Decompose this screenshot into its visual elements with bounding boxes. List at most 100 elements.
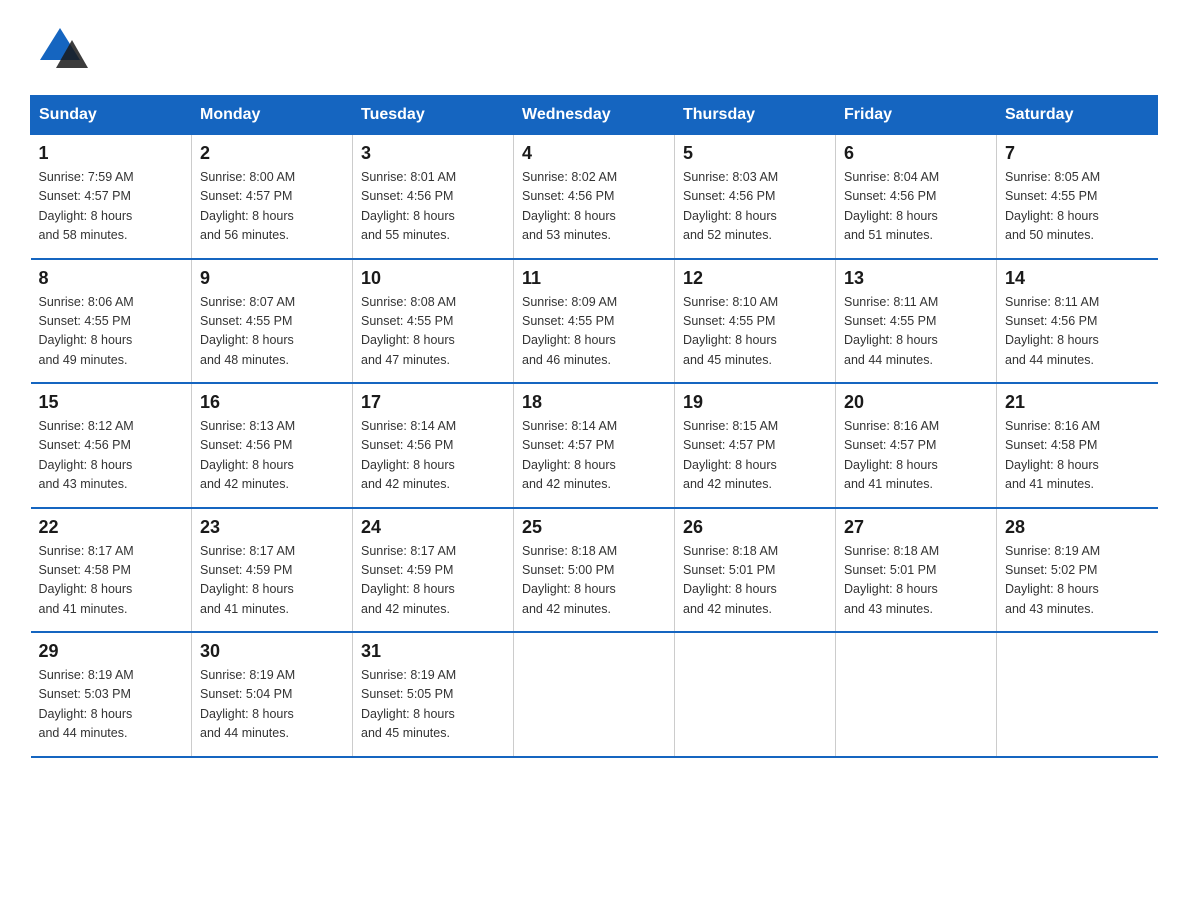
day-number: 5 — [683, 143, 827, 164]
calendar-cell — [997, 632, 1158, 757]
day-info: Sunrise: 8:17 AMSunset: 4:59 PMDaylight:… — [200, 542, 344, 620]
calendar-cell: 27 Sunrise: 8:18 AMSunset: 5:01 PMDayligh… — [836, 508, 997, 633]
calendar-cell: 14 Sunrise: 8:11 AMSunset: 4:56 PMDayligh… — [997, 259, 1158, 384]
calendar-cell — [836, 632, 997, 757]
calendar-cell: 24 Sunrise: 8:17 AMSunset: 4:59 PMDayligh… — [353, 508, 514, 633]
day-number: 10 — [361, 268, 505, 289]
calendar-cell: 2Sunrise: 8:00 AMSunset: 4:57 PMDaylight… — [192, 135, 353, 259]
day-number: 29 — [39, 641, 184, 662]
day-number: 28 — [1005, 517, 1150, 538]
day-info: Sunrise: 8:07 AMSunset: 4:55 PMDaylight:… — [200, 293, 344, 371]
day-info: Sunrise: 8:03 AMSunset: 4:56 PMDaylight:… — [683, 168, 827, 246]
day-info: Sunrise: 8:11 AMSunset: 4:55 PMDaylight:… — [844, 293, 988, 371]
calendar-table: SundayMondayTuesdayWednesdayThursdayFrid… — [30, 95, 1158, 758]
calendar-cell: 22 Sunrise: 8:17 AMSunset: 4:58 PMDayligh… — [31, 508, 192, 633]
calendar-cell: 10 Sunrise: 8:08 AMSunset: 4:55 PMDayligh… — [353, 259, 514, 384]
calendar-cell — [675, 632, 836, 757]
calendar-cell: 11 Sunrise: 8:09 AMSunset: 4:55 PMDayligh… — [514, 259, 675, 384]
column-header-wednesday: Wednesday — [514, 96, 675, 135]
day-number: 4 — [522, 143, 666, 164]
calendar-cell: 9 Sunrise: 8:07 AMSunset: 4:55 PMDaylight… — [192, 259, 353, 384]
day-info: Sunrise: 7:59 AMSunset: 4:57 PMDaylight:… — [39, 168, 184, 246]
day-number: 22 — [39, 517, 184, 538]
day-number: 23 — [200, 517, 344, 538]
column-header-tuesday: Tuesday — [353, 96, 514, 135]
calendar-cell: 17 Sunrise: 8:14 AMSunset: 4:56 PMDayligh… — [353, 383, 514, 508]
calendar-cell: 15 Sunrise: 8:12 AMSunset: 4:56 PMDayligh… — [31, 383, 192, 508]
day-info: Sunrise: 8:16 AMSunset: 4:58 PMDaylight:… — [1005, 417, 1150, 495]
day-info: Sunrise: 8:15 AMSunset: 4:57 PMDaylight:… — [683, 417, 827, 495]
day-info: Sunrise: 8:06 AMSunset: 4:55 PMDaylight:… — [39, 293, 184, 371]
day-number: 21 — [1005, 392, 1150, 413]
day-number: 7 — [1005, 143, 1150, 164]
calendar-cell: 28 Sunrise: 8:19 AMSunset: 5:02 PMDayligh… — [997, 508, 1158, 633]
calendar-cell: 13 Sunrise: 8:11 AMSunset: 4:55 PMDayligh… — [836, 259, 997, 384]
day-info: Sunrise: 8:18 AMSunset: 5:01 PMDaylight:… — [844, 542, 988, 620]
day-number: 15 — [39, 392, 184, 413]
day-info: Sunrise: 8:17 AMSunset: 4:59 PMDaylight:… — [361, 542, 505, 620]
day-number: 1 — [39, 143, 184, 164]
day-number: 20 — [844, 392, 988, 413]
day-number: 24 — [361, 517, 505, 538]
day-info: Sunrise: 8:19 AMSunset: 5:04 PMDaylight:… — [200, 666, 344, 744]
calendar-week-row: 22 Sunrise: 8:17 AMSunset: 4:58 PMDayligh… — [31, 508, 1158, 633]
calendar-cell: 6 Sunrise: 8:04 AMSunset: 4:56 PMDaylight… — [836, 135, 997, 259]
day-number: 14 — [1005, 268, 1150, 289]
column-header-friday: Friday — [836, 96, 997, 135]
day-number: 12 — [683, 268, 827, 289]
day-number: 19 — [683, 392, 827, 413]
day-info: Sunrise: 8:14 AMSunset: 4:57 PMDaylight:… — [522, 417, 666, 495]
day-number: 30 — [200, 641, 344, 662]
day-number: 6 — [844, 143, 988, 164]
calendar-cell: 1 Sunrise: 7:59 AMSunset: 4:57 PMDaylight… — [31, 135, 192, 259]
calendar-week-row: 1 Sunrise: 7:59 AMSunset: 4:57 PMDaylight… — [31, 135, 1158, 259]
calendar-week-row: 29Sunrise: 8:19 AMSunset: 5:03 PMDayligh… — [31, 632, 1158, 757]
day-number: 17 — [361, 392, 505, 413]
calendar-week-row: 15 Sunrise: 8:12 AMSunset: 4:56 PMDayligh… — [31, 383, 1158, 508]
calendar-cell: 5 Sunrise: 8:03 AMSunset: 4:56 PMDaylight… — [675, 135, 836, 259]
calendar-cell: 25Sunrise: 8:18 AMSunset: 5:00 PMDayligh… — [514, 508, 675, 633]
day-info: Sunrise: 8:19 AMSunset: 5:05 PMDaylight:… — [361, 666, 505, 744]
day-number: 2 — [200, 143, 344, 164]
day-number: 11 — [522, 268, 666, 289]
calendar-cell: 20 Sunrise: 8:16 AMSunset: 4:57 PMDayligh… — [836, 383, 997, 508]
calendar-cell: 4 Sunrise: 8:02 AMSunset: 4:56 PMDaylight… — [514, 135, 675, 259]
day-number: 8 — [39, 268, 184, 289]
day-info: Sunrise: 8:14 AMSunset: 4:56 PMDaylight:… — [361, 417, 505, 495]
calendar-cell — [514, 632, 675, 757]
day-info: Sunrise: 8:02 AMSunset: 4:56 PMDaylight:… — [522, 168, 666, 246]
column-header-saturday: Saturday — [997, 96, 1158, 135]
day-info: Sunrise: 8:18 AMSunset: 5:00 PMDaylight:… — [522, 542, 666, 620]
day-info: Sunrise: 8:18 AMSunset: 5:01 PMDaylight:… — [683, 542, 827, 620]
day-info: Sunrise: 8:13 AMSunset: 4:56 PMDaylight:… — [200, 417, 344, 495]
day-info: Sunrise: 8:12 AMSunset: 4:56 PMDaylight:… — [39, 417, 184, 495]
day-info: Sunrise: 8:01 AMSunset: 4:56 PMDaylight:… — [361, 168, 505, 246]
day-info: Sunrise: 8:08 AMSunset: 4:55 PMDaylight:… — [361, 293, 505, 371]
calendar-week-row: 8 Sunrise: 8:06 AMSunset: 4:55 PMDaylight… — [31, 259, 1158, 384]
day-info: Sunrise: 8:09 AMSunset: 4:55 PMDaylight:… — [522, 293, 666, 371]
day-info: Sunrise: 8:04 AMSunset: 4:56 PMDaylight:… — [844, 168, 988, 246]
day-info: Sunrise: 8:10 AMSunset: 4:55 PMDaylight:… — [683, 293, 827, 371]
calendar-cell: 19 Sunrise: 8:15 AMSunset: 4:57 PMDayligh… — [675, 383, 836, 508]
day-info: Sunrise: 8:16 AMSunset: 4:57 PMDaylight:… — [844, 417, 988, 495]
day-number: 16 — [200, 392, 344, 413]
day-info: Sunrise: 8:17 AMSunset: 4:58 PMDaylight:… — [39, 542, 184, 620]
logo-icon — [30, 20, 90, 75]
calendar-cell: 30 Sunrise: 8:19 AMSunset: 5:04 PMDayligh… — [192, 632, 353, 757]
day-number: 13 — [844, 268, 988, 289]
day-number: 3 — [361, 143, 505, 164]
day-number: 27 — [844, 517, 988, 538]
calendar-cell: 8 Sunrise: 8:06 AMSunset: 4:55 PMDaylight… — [31, 259, 192, 384]
day-info: Sunrise: 8:11 AMSunset: 4:56 PMDaylight:… — [1005, 293, 1150, 371]
calendar-cell: 21 Sunrise: 8:16 AMSunset: 4:58 PMDayligh… — [997, 383, 1158, 508]
column-header-sunday: Sunday — [31, 96, 192, 135]
day-info: Sunrise: 8:19 AMSunset: 5:02 PMDaylight:… — [1005, 542, 1150, 620]
calendar-cell: 16 Sunrise: 8:13 AMSunset: 4:56 PMDayligh… — [192, 383, 353, 508]
calendar-cell: 3 Sunrise: 8:01 AMSunset: 4:56 PMDaylight… — [353, 135, 514, 259]
day-number: 9 — [200, 268, 344, 289]
day-number: 18 — [522, 392, 666, 413]
logo — [30, 20, 92, 75]
calendar-cell: 12 Sunrise: 8:10 AMSunset: 4:55 PMDayligh… — [675, 259, 836, 384]
calendar-cell: 29Sunrise: 8:19 AMSunset: 5:03 PMDayligh… — [31, 632, 192, 757]
column-header-monday: Monday — [192, 96, 353, 135]
